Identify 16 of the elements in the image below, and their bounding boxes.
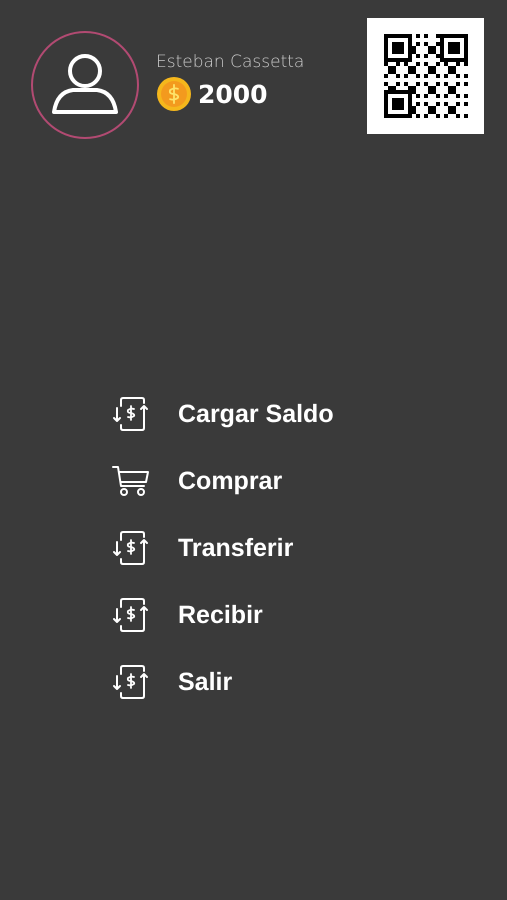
qr-code-icon [384, 34, 468, 118]
avatar[interactable] [31, 31, 139, 139]
user-icon [51, 54, 119, 116]
coin-balance: 2000 [198, 80, 268, 108]
menu-item[interactable]: Salir [112, 663, 507, 701]
money-transfer-icon [112, 395, 150, 433]
money-transfer-icon [112, 663, 150, 701]
menu-item[interactable]: Transferir [112, 529, 507, 567]
money-transfer-icon [112, 596, 150, 634]
menu-item[interactable]: Comprar [112, 462, 507, 500]
menu-item[interactable]: Recibir [112, 596, 507, 634]
user-name: Esteban Cassetta [156, 52, 306, 72]
menu-item[interactable]: Cargar Saldo [112, 395, 507, 433]
coin-icon [156, 76, 192, 112]
money-transfer-icon [112, 529, 150, 567]
qr-code[interactable] [367, 18, 484, 134]
